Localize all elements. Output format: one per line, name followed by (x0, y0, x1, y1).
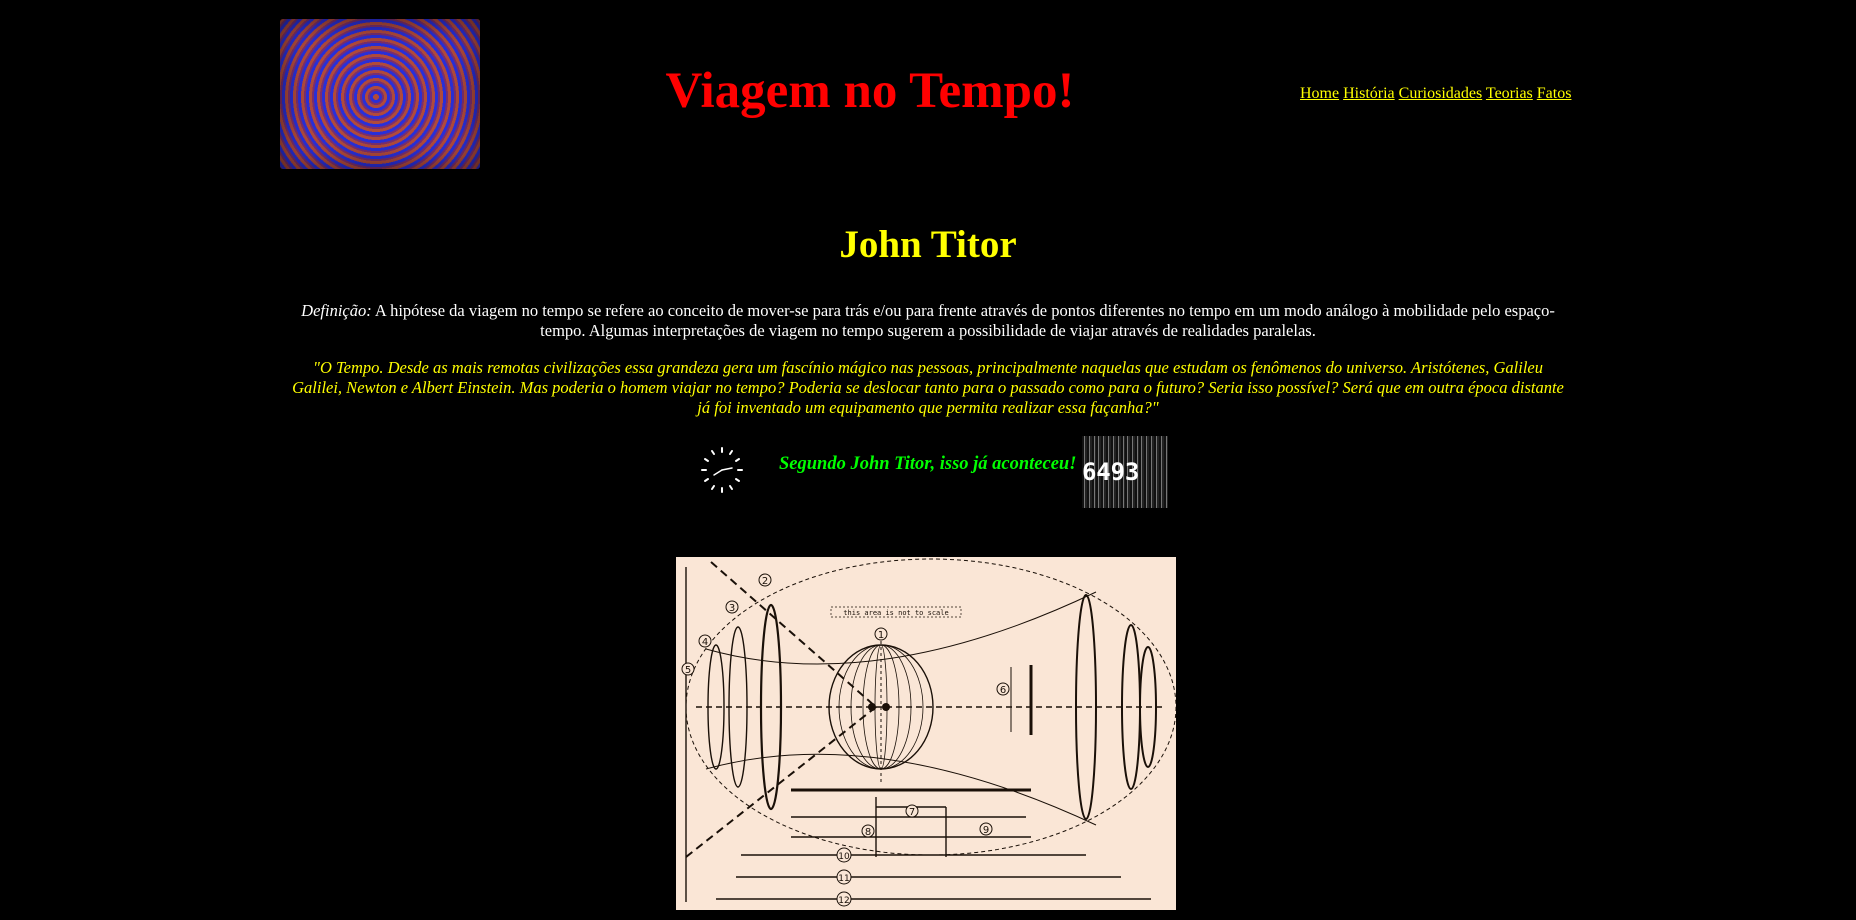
counter-digit (1139, 436, 1154, 508)
site-title: Viagem no Tempo! (665, 63, 1075, 119)
nav-link-curiosidades[interactable]: Curiosidades (1399, 85, 1483, 102)
definition-paragraph: Definição: A hipótese da viagem no tempo… (290, 301, 1566, 341)
diagram-label: 3 (729, 603, 735, 614)
diagram-caption: this area is not to scale (843, 609, 948, 617)
diagram-label: 6 (1000, 685, 1006, 696)
diagram-label: 11 (838, 874, 849, 884)
counter-digit (1153, 436, 1168, 508)
quote-paragraph: "O Tempo. Desde as mais remotas civiliza… (292, 358, 1564, 417)
counter-digit: 3 (1124, 436, 1140, 508)
diagram-label: 1 (878, 630, 884, 641)
diagram-label: 4 (702, 637, 708, 648)
counter-digit: 6 (1082, 436, 1097, 508)
diagram-label: 7 (909, 807, 915, 818)
main-nav: Home História Curiosidades Teorias Fatos (1300, 85, 1571, 103)
diagram-label: 9 (983, 825, 989, 836)
tagline: Segundo John Titor, isso já aconteceu! (779, 454, 1077, 474)
nav-link-historia[interactable]: História (1343, 85, 1395, 102)
counter-digit: 4 (1096, 436, 1111, 508)
definition-text: A hipótese da viagem no tempo se refere … (371, 301, 1555, 340)
definition-label: Definição: (301, 301, 372, 320)
page-heading: John Titor (839, 223, 1017, 266)
diagram-label: 5 (685, 665, 691, 676)
visitor-counter: 6 4 9 3 (1082, 436, 1168, 508)
logo-tunnel-image (280, 19, 480, 169)
nav-link-teorias[interactable]: Teorias (1486, 85, 1533, 102)
diagram-label: 2 (762, 576, 768, 587)
counter-digit: 9 (1110, 436, 1125, 508)
clock-icon (701, 447, 743, 493)
diagram-label: 10 (838, 852, 850, 862)
diagram-label: 12 (838, 896, 849, 906)
diagram-label: 8 (865, 827, 871, 838)
time-machine-diagram: this area is not to scale 1 2 3 4 5 6 7 … (676, 557, 1176, 910)
nav-link-fatos[interactable]: Fatos (1537, 85, 1572, 102)
nav-link-home[interactable]: Home (1300, 85, 1339, 102)
